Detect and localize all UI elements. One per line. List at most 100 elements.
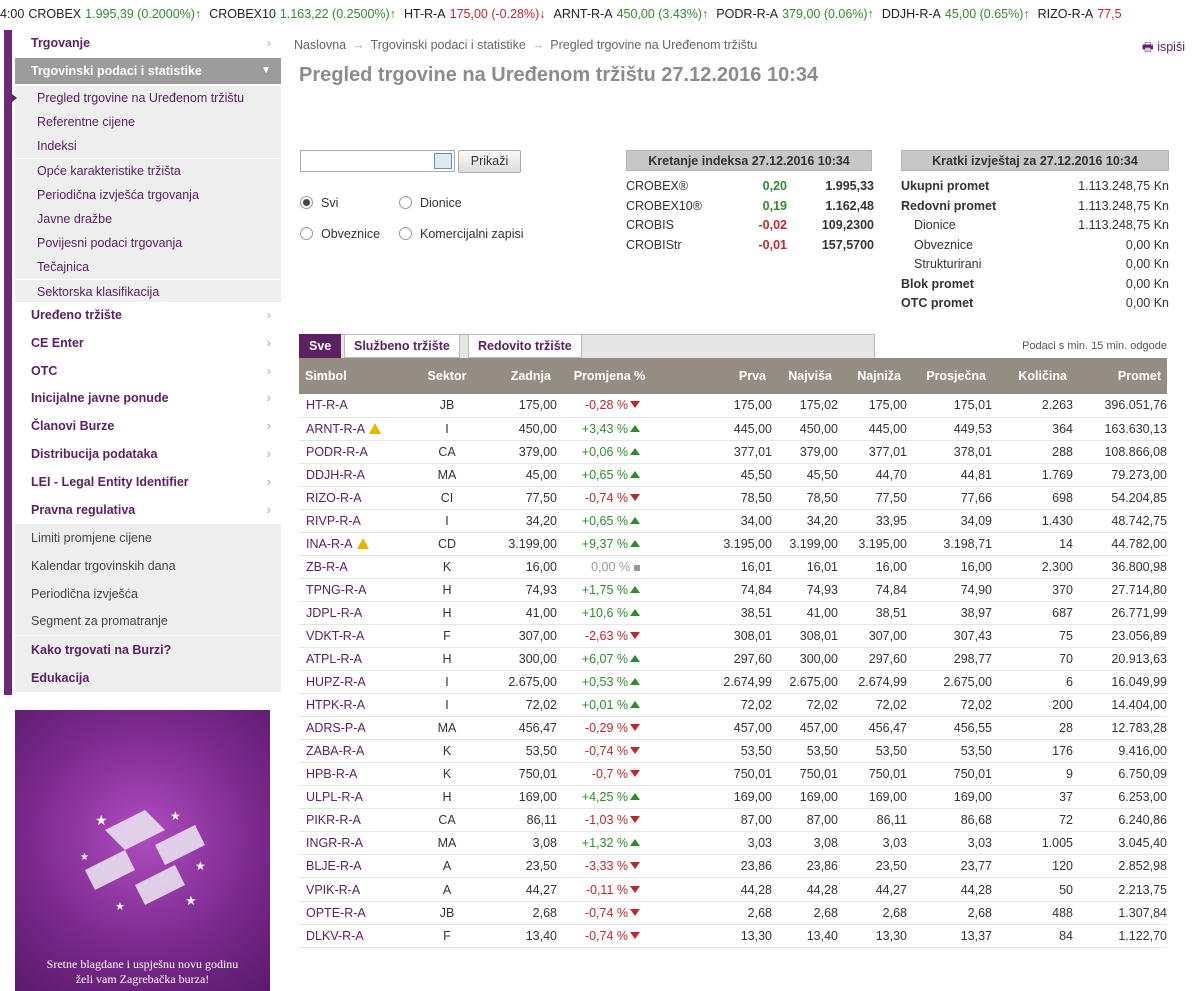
symbol-link[interactable]: HUPZ-R-A [306, 675, 366, 689]
table-row[interactable]: BLJE-R-A A 23,50 -3,33 % 23,86 23,86 23,50 23,7… [299, 854, 1167, 879]
symbol-link[interactable]: OPTE-R-A [306, 906, 366, 920]
table-row[interactable]: OPTE-R-A JB 2,68 -0,74 % 2,68 2,68 2,68 2,68 488… [299, 901, 1167, 925]
symbol-cell[interactable]: OPTE-R-A [299, 901, 417, 925]
ticker-symbol[interactable]: CROBEX [28, 7, 81, 21]
symbol-link[interactable]: DDJH-R-A [306, 468, 365, 482]
table-row[interactable]: RIZO-R-A CI 77,50 -0,74 % 78,50 78,50 77,50 77,… [299, 486, 1167, 510]
ticker-value[interactable]: 1.995,39 (0.2000%)↑ [85, 7, 201, 21]
symbol-cell[interactable]: HTPK-R-A [299, 693, 417, 718]
symbol-cell[interactable]: ARNT-R-A [299, 417, 417, 441]
symbol-link[interactable]: INA-R-A [306, 537, 353, 551]
symbol-cell[interactable]: ZB-R-A [299, 555, 417, 579]
sidebar-item[interactable]: Edukacija [15, 664, 281, 692]
column-header[interactable]: Sektor [417, 358, 477, 394]
sidebar-subitem[interactable]: Sektorska klasifikacija [15, 279, 281, 304]
symbol-cell[interactable]: INGR-R-A [299, 831, 417, 856]
table-row[interactable]: INA-R-A CD 3.199,00 +9,37 % 3.195,00 3.199,00… [299, 532, 1167, 556]
symbol-link[interactable]: ARNT-R-A [306, 422, 365, 436]
symbol-link[interactable]: JDPL-R-A [306, 606, 362, 620]
symbol-cell[interactable]: PODR-R-A [299, 440, 417, 464]
radio-dot[interactable] [399, 227, 412, 240]
sidebar-item-trgovinski-podaci[interactable]: Trgovinski podaci i statistike ▼ [15, 58, 281, 84]
sidebar-plain-item[interactable]: Kalendar trgovinskih dana [15, 551, 281, 580]
ticker-value[interactable]: 450,00 (3.43%)↑ [617, 7, 709, 21]
symbol-cell[interactable]: DLKV-R-A [299, 924, 417, 948]
table-row[interactable]: ZABA-R-A K 53,50 -0,74 % 53,50 53,50 53,50 53,5… [299, 739, 1167, 764]
sidebar-plain-item[interactable]: Periodična izvješća [15, 579, 281, 608]
table-row[interactable]: TPNG-R-A H 74,93 +1,75 % 74,84 74,93 74,84 74,9… [299, 578, 1167, 602]
table-row[interactable]: HT-R-A JB 175,00 -0,28 % 175,00 175,02 175,00 1… [299, 394, 1167, 418]
ticker-value[interactable]: 379,00 (0.06%)↑ [782, 7, 874, 21]
ticker-symbol[interactable]: 4:00 [0, 7, 24, 21]
sidebar-subitem[interactable]: Javne dražbe [15, 207, 281, 231]
table-row[interactable]: PIKR-R-A CA 86,11 -1,03 % 87,00 87,00 86,11 86,… [299, 808, 1167, 833]
table-row[interactable]: ZB-R-A K 16,00 0,00 % 16,01 16,01 16,00 16,00 2.… [299, 555, 1167, 579]
calendar-icon[interactable] [434, 153, 452, 169]
ticker-value[interactable]: 175,00 (-0.28%)↓ [450, 7, 546, 21]
sidebar-plain-item[interactable]: Segment za promatranje [15, 607, 281, 636]
breadcrumb-podaci[interactable]: Trgovinski podaci i statistike [371, 38, 526, 52]
sidebar-item[interactable]: Uređeno tržište › [15, 302, 281, 328]
table-row[interactable]: ADRS-P-A MA 456,47 -0,29 % 457,00 457,00 456,4… [299, 716, 1167, 741]
symbol-link[interactable]: INGR-R-A [306, 836, 363, 850]
sidebar-subitem[interactable]: Indeksi [15, 134, 281, 159]
table-row[interactable]: HPB-R-A K 750,01 -0,7 % 750,01 750,01 750,01 75… [299, 762, 1167, 787]
symbol-link[interactable]: HPB-R-A [306, 767, 357, 781]
symbol-cell[interactable]: HT-R-A [299, 394, 417, 418]
radio-dionice[interactable]: Dionice [399, 195, 462, 211]
column-header[interactable]: Najviša [772, 358, 838, 394]
table-row[interactable]: HUPZ-R-A I 2.675,00 +0,53 % 2.674,99 2.675,00… [299, 670, 1167, 695]
symbol-link[interactable]: PIKR-R-A [306, 813, 361, 827]
column-header[interactable]: Simbol [299, 358, 417, 394]
sidebar-item-trgovanje[interactable]: Trgovanje › [15, 30, 281, 56]
symbol-cell[interactable]: ULPL-R-A [299, 785, 417, 810]
symbol-cell[interactable]: VPIK-R-A [299, 877, 417, 902]
symbol-cell[interactable]: JDPL-R-A [299, 601, 417, 625]
table-row[interactable]: VDKT-R-A F 307,00 -2,63 % 308,01 308,01 307,00… [299, 624, 1167, 649]
column-header[interactable]: Promjena % [557, 358, 662, 394]
symbol-cell[interactable]: DDJH-R-A [299, 463, 417, 487]
sidebar-subitem[interactable]: Opće karakteristike tržišta [15, 158, 281, 183]
ticker-value[interactable]: 77,5 [1097, 7, 1121, 21]
tab-sve[interactable]: Sve [299, 334, 342, 358]
symbol-link[interactable]: HTPK-R-A [306, 698, 365, 712]
table-row[interactable]: DLKV-R-A F 13,40 -0,74 % 13,30 13,40 13,30 13,3… [299, 924, 1167, 948]
symbol-link[interactable]: RIVP-R-A [306, 514, 361, 528]
symbol-cell[interactable]: RIZO-R-A [299, 486, 417, 510]
symbol-cell[interactable]: ATPL-R-A [299, 647, 417, 672]
table-row[interactable]: JDPL-R-A H 41,00 +10,6 % 38,51 41,00 38,51 38,9… [299, 601, 1167, 625]
symbol-cell[interactable]: VDKT-R-A [299, 624, 417, 649]
column-header[interactable]: Promet [1073, 358, 1167, 394]
symbol-cell[interactable]: BLJE-R-A [299, 854, 417, 879]
column-header[interactable]: Prva [662, 358, 772, 394]
ticker-symbol[interactable]: HT-R-A [404, 7, 446, 21]
symbol-cell[interactable]: HPB-R-A [299, 762, 417, 787]
sidebar-subitem[interactable]: Referentne cijene [15, 110, 281, 135]
symbol-cell[interactable]: TPNG-R-A [299, 578, 417, 602]
sidebar-item[interactable]: OTC › [15, 357, 281, 384]
symbol-link[interactable]: ADRS-P-A [306, 721, 366, 735]
holiday-promo-banner[interactable]: ★ ★ ★ ★ ★ ★ Sretne blagdane i uspješnu novu… [15, 710, 270, 991]
ticker-symbol[interactable]: CROBEX10 [209, 7, 276, 21]
breadcrumb-home[interactable]: Naslovna [294, 38, 346, 52]
sidebar-subitem[interactable]: Povijesni podaci trgovanja [15, 231, 281, 256]
sidebar-plain-item[interactable]: Limiti promjene cijene [15, 524, 281, 552]
radio-obveznice[interactable]: Obveznice [300, 226, 380, 242]
symbol-link[interactable]: DLKV-R-A [306, 929, 364, 943]
symbol-link[interactable]: ULPL-R-A [306, 790, 363, 804]
radio-svi[interactable]: Svi [300, 195, 338, 211]
symbol-link[interactable]: BLJE-R-A [306, 859, 362, 873]
symbol-link[interactable]: ZABA-R-A [306, 744, 364, 758]
ticker-symbol[interactable]: RIZO-R-A [1038, 7, 1094, 21]
sidebar-item[interactable]: Pravna regulativa › [15, 496, 281, 523]
sidebar-item[interactable]: Distribucija podataka › [15, 441, 281, 467]
sidebar-item[interactable]: LEI - Legal Entity Identifier › [15, 468, 281, 495]
table-row[interactable]: RIVP-R-A I 34,20 +0,65 % 34,00 34,20 33,95 34,0… [299, 509, 1167, 533]
symbol-cell[interactable]: RIVP-R-A [299, 509, 417, 533]
table-row[interactable]: PODR-R-A CA 379,00 +0,06 % 377,01 379,00 377,0… [299, 440, 1167, 464]
radio-dot[interactable] [399, 196, 412, 209]
table-row[interactable]: DDJH-R-A MA 45,00 +0,65 % 45,50 45,50 44,70 44,… [299, 463, 1167, 487]
date-input[interactable] [300, 150, 455, 172]
symbol-link[interactable]: VPIK-R-A [306, 883, 360, 897]
show-button[interactable]: Prikaži [458, 150, 521, 173]
